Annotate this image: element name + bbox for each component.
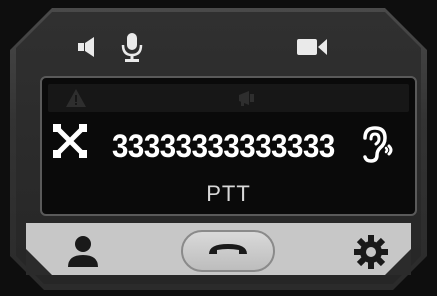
speaker-icon[interactable]	[76, 34, 102, 60]
top-toolbar	[0, 28, 437, 70]
hearing-icon[interactable]	[355, 122, 399, 166]
mode-label: PTT	[206, 181, 251, 206]
contact-icon[interactable]	[64, 232, 102, 270]
megaphone-icon	[234, 87, 264, 109]
network-disconnected-icon	[50, 120, 90, 162]
hang-up-button[interactable]	[181, 230, 275, 272]
hang-up-icon	[183, 232, 273, 270]
called-number: 33333333333333	[112, 128, 335, 164]
microphone-icon[interactable]	[118, 30, 146, 64]
call-screen: 33333333333333 PTT	[40, 76, 417, 216]
video-camera-icon[interactable]	[294, 34, 330, 60]
ptt-device: 33333333333333 PTT	[0, 0, 437, 296]
settings-gear-icon[interactable]	[352, 233, 390, 271]
warning-icon	[64, 87, 88, 109]
status-strip	[48, 84, 409, 112]
